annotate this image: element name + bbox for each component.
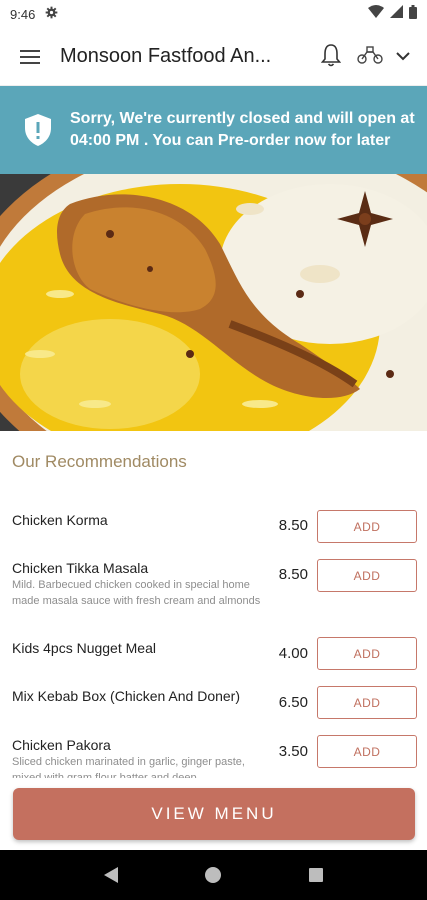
recents-icon[interactable] (296, 855, 336, 895)
item-price: 3.50 (278, 743, 308, 760)
restaurant-title: Monsoon Fastfood An... (60, 45, 272, 67)
system-nav-bar (0, 850, 427, 900)
signal-icon (390, 5, 403, 23)
item-name: Chicken Korma (12, 512, 108, 528)
closed-message: Sorry, We're currently closed and will o… (70, 110, 415, 149)
hero-food-image (0, 174, 427, 431)
item-description: Mild. Barbecued chicken cooked in specia… (12, 579, 261, 607)
item-name: Kids 4pcs Nugget Meal (12, 640, 156, 656)
add-button[interactable]: ADD (317, 510, 417, 543)
chevron-down-icon[interactable] (392, 42, 414, 70)
item-description: Sliced chicken marinated in garlic, ging… (12, 756, 245, 778)
battery-icon (409, 4, 417, 24)
item-name: Chicken Tikka Masala (12, 560, 149, 576)
add-button[interactable]: ADD (317, 559, 417, 592)
item-name: Mix Kebab Box (Chicken And Doner) (12, 688, 240, 704)
view-menu-button[interactable]: VIEW MENU (13, 788, 415, 840)
wifi-icon (368, 5, 384, 23)
shield-alert-icon (25, 114, 51, 146)
back-icon[interactable] (91, 855, 131, 895)
add-button[interactable]: ADD (317, 735, 417, 768)
item-price: 8.50 (278, 566, 308, 583)
status-bar: 9:46 (0, 0, 427, 28)
app-bar: Monsoon Fastfood An... (0, 28, 427, 86)
item-price: 4.00 (278, 645, 308, 662)
delivery-bike-icon[interactable] (356, 40, 384, 70)
status-icons (368, 4, 417, 24)
add-button[interactable]: ADD (317, 686, 417, 719)
gear-icon (45, 6, 58, 22)
home-icon[interactable] (193, 855, 233, 895)
bell-icon[interactable] (318, 40, 344, 70)
item-name: Chicken Pakora (12, 737, 111, 753)
add-button[interactable]: ADD (317, 637, 417, 670)
status-time: 9:46 (10, 6, 36, 22)
item-price: 8.50 (278, 517, 308, 534)
recommendations-list: Chicken Korma 8.50 ADD Chicken Tikka Mas… (0, 500, 427, 778)
closed-banner: Sorry, We're currently closed and will o… (0, 86, 427, 174)
recommendations-heading: Our Recommendations (12, 452, 187, 471)
menu-icon[interactable] (0, 28, 60, 86)
item-price: 6.50 (278, 694, 308, 711)
